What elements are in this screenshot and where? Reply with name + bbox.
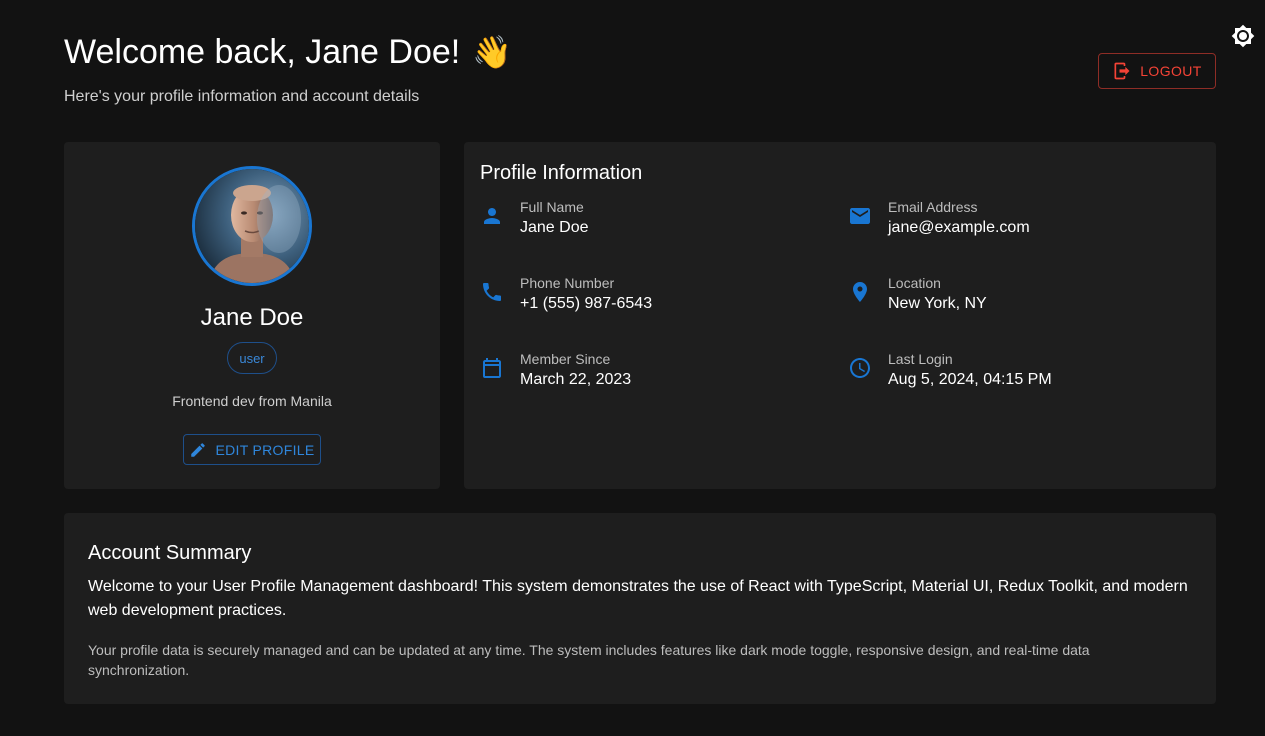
account-summary-text: Welcome to your User Profile Management …	[88, 578, 1188, 619]
info-label: Location	[888, 275, 941, 291]
person-icon	[484, 208, 500, 224]
brightness-icon	[1231, 24, 1255, 48]
edit-icon	[191, 442, 206, 457]
page-subtitle: Here's your profile information and acco…	[64, 88, 420, 105]
info-label: Email Address	[888, 199, 978, 215]
welcome-text: Welcome back, Jane Doe!	[64, 33, 461, 71]
account-summary-card: Account Summary Welcome to your User Pro…	[64, 513, 1216, 704]
logout-icon	[1114, 62, 1130, 80]
account-summary-title: Account Summary	[88, 542, 252, 564]
info-label: Member Since	[520, 351, 611, 367]
page-title: Welcome back, Jane Doe! 👋	[64, 30, 512, 74]
info-label: Last Login	[888, 351, 953, 367]
info-value: Jane Doe	[520, 219, 589, 236]
profile-name: Jane Doe	[200, 304, 304, 331]
info-value: March 22, 2023	[520, 371, 632, 388]
profile-information-card: Profile Information Full Name Jane Doe E…	[464, 142, 1216, 489]
logout-button[interactable]: LOGOUT	[1098, 53, 1216, 89]
clock-icon	[850, 358, 870, 378]
info-value: jane@example.com	[888, 219, 1030, 236]
waving-hand-emoji: 👋	[472, 34, 513, 70]
profile-card: Jane Doe user Frontend dev from Manila E…	[64, 142, 440, 489]
info-value: New York, NY	[888, 295, 987, 312]
profile-information-title: Profile Information	[480, 162, 643, 184]
edit-profile-button[interactable]: EDIT PROFILE	[183, 434, 321, 465]
info-value: Aug 5, 2024, 04:15 PM	[888, 371, 1052, 388]
avatar	[192, 166, 312, 286]
role-badge: user	[227, 342, 277, 374]
calendar-icon	[483, 358, 501, 378]
theme-toggle-button[interactable]	[1231, 24, 1255, 48]
logout-label: LOGOUT	[1140, 63, 1202, 79]
info-value: +1 (555) 987-6543	[520, 295, 653, 312]
edit-profile-label: EDIT PROFILE	[215, 441, 315, 458]
location-icon	[853, 282, 867, 302]
account-summary-note: Your profile data is securely managed an…	[88, 642, 1090, 678]
profile-bio: Frontend dev from Manila	[172, 393, 332, 409]
avatar-image	[195, 169, 309, 283]
info-label: Full Name	[520, 199, 584, 215]
phone-icon	[483, 283, 501, 301]
info-label: Phone Number	[520, 275, 615, 291]
email-icon	[850, 208, 870, 224]
